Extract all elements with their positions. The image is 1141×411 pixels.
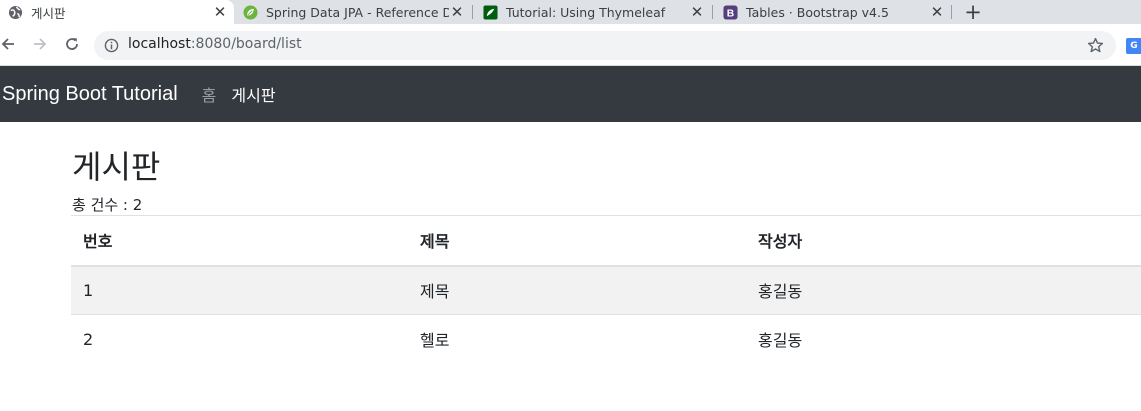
- cell-number: 1: [71, 265, 408, 315]
- close-tab-icon[interactable]: ✕: [212, 3, 228, 21]
- tab-title: Tutorial: Using Thymeleaf: [506, 4, 666, 20]
- close-tab-icon[interactable]: ✕: [689, 3, 705, 21]
- spring-leaf-icon: [243, 4, 258, 20]
- table-header-row: 번호 제목 작성자: [71, 215, 1141, 267]
- cell-title[interactable]: 헬로: [408, 314, 746, 364]
- back-arrow-icon: [1, 38, 14, 50]
- cell-number: 2: [71, 314, 408, 364]
- tab-separator: [472, 5, 473, 19]
- board-table: 번호 제목 작성자 1 제목 홍길동 2 헬로 홍길동: [71, 215, 1141, 364]
- browser-tab-spring-data-jpa[interactable]: Spring Data JPA - Reference Do ✕: [243, 0, 465, 24]
- address-url[interactable]: localhost:8080/board/list: [128, 36, 302, 52]
- browser-tab-strip: 게시판 ✕ Spring Data JPA - Reference Do ✕ T…: [0, 0, 1141, 24]
- site-info-icon[interactable]: [104, 38, 119, 57]
- tab-separator: [712, 5, 713, 19]
- bookmark-star-icon[interactable]: [1087, 37, 1104, 58]
- browser-tab-board[interactable]: 게시판 ✕: [0, 0, 234, 24]
- svg-text:B: B: [727, 8, 734, 19]
- cell-author: 홍길동: [746, 265, 1141, 315]
- address-host: localhost: [128, 36, 191, 52]
- column-header-author: 작성자: [746, 215, 1141, 267]
- table-row[interactable]: 2 헬로 홍길동: [71, 314, 1141, 364]
- forward-button[interactable]: [30, 34, 50, 54]
- page-title: 게시판: [72, 148, 161, 186]
- reload-button[interactable]: [62, 34, 82, 54]
- table-row[interactable]: 1 제목 홍길동: [71, 265, 1141, 315]
- new-tab-button[interactable]: +: [960, 0, 986, 24]
- tab-title: Tables · Bootstrap v4.5: [746, 4, 889, 20]
- back-button[interactable]: [0, 34, 18, 54]
- column-header-title: 제목: [408, 215, 746, 267]
- column-header-number: 번호: [71, 215, 408, 267]
- cell-title[interactable]: 제목: [408, 265, 746, 315]
- address-path: :8080/board/list: [190, 36, 302, 52]
- cell-author: 홍길동: [746, 314, 1141, 364]
- forward-arrow-icon: [34, 38, 47, 50]
- tab-title: 게시판: [31, 5, 66, 21]
- browser-tab-bootstrap[interactable]: B Tables · Bootstrap v4.5 ✕: [723, 0, 945, 24]
- browser-tab-thymeleaf[interactable]: Tutorial: Using Thymeleaf ✕: [483, 0, 705, 24]
- bootstrap-icon: B: [723, 4, 738, 20]
- thymeleaf-icon: [483, 4, 498, 20]
- reload-icon: [66, 38, 78, 50]
- address-bar[interactable]: localhost:8080/board/list: [94, 31, 1116, 60]
- browser-toolbar: localhost:8080/board/list G: [0, 24, 1141, 66]
- tab-separator: [951, 5, 952, 19]
- translate-extension-icon[interactable]: G: [1126, 38, 1141, 54]
- navbar-brand[interactable]: Spring Boot Tutorial: [2, 83, 178, 106]
- close-tab-icon[interactable]: ✕: [449, 3, 465, 21]
- nav-link-board[interactable]: 게시판: [231, 82, 275, 106]
- total-count-label: 총 건수 : 2: [72, 196, 143, 214]
- globe-icon: [8, 5, 23, 20]
- tab-title: Spring Data JPA - Reference Do: [266, 4, 449, 20]
- site-navbar: Spring Boot Tutorial 홈 게시판: [0, 66, 1141, 122]
- close-tab-icon[interactable]: ✕: [929, 3, 945, 21]
- nav-link-home[interactable]: 홈: [202, 82, 217, 106]
